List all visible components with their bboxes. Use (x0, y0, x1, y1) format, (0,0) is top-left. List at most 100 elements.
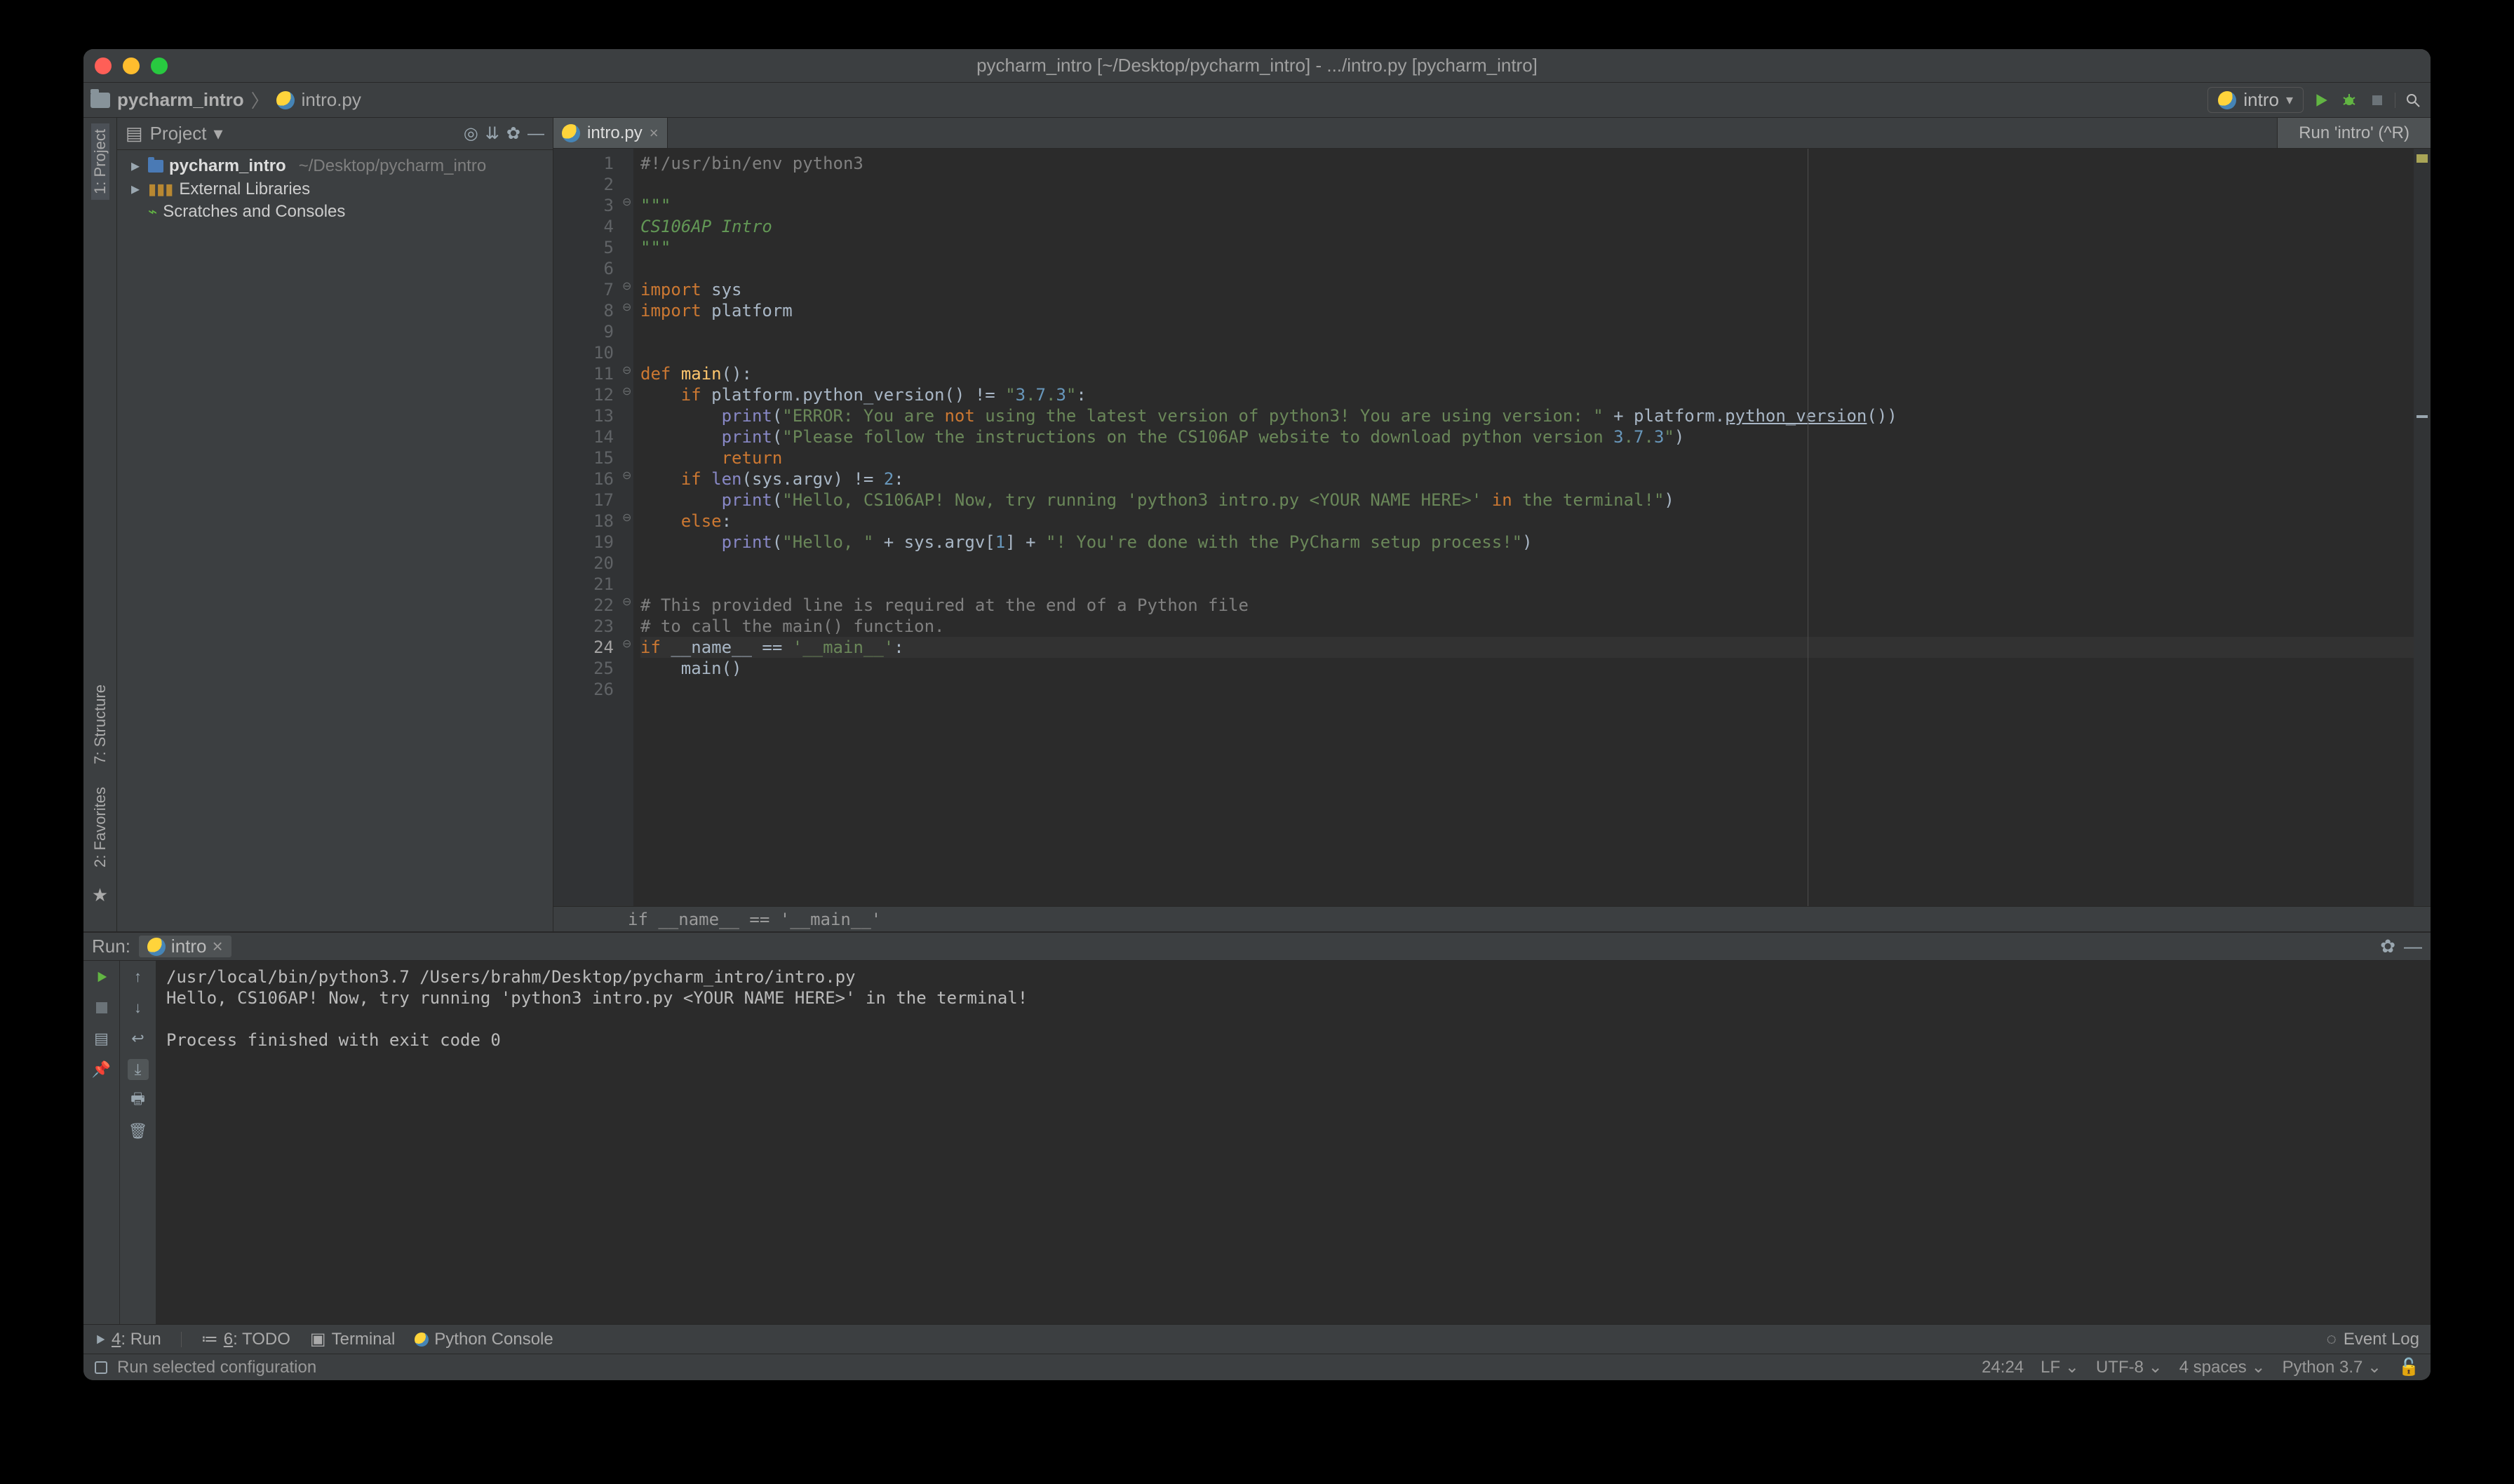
project-tree[interactable]: ▸ pycharm_intro ~/Desktop/pycharm_intro … (117, 150, 553, 227)
caret-marker[interactable] (2416, 415, 2428, 418)
run-header: Run: intro × ✿ — (83, 933, 2431, 961)
breadcrumb-project[interactable]: pycharm_intro (117, 89, 244, 111)
clear-button[interactable]: 🗑 (128, 1121, 149, 1142)
locate-icon[interactable]: ◎ (464, 123, 478, 144)
tool-tab-structure-label: 7: Structure (91, 684, 109, 764)
status-bar: Run selected configuration 24:24 LF ⌄ UT… (83, 1354, 2431, 1380)
editor-tabs: intro.py × Run 'intro' (^R) (553, 118, 2431, 149)
navigation-bar: pycharm_intro 〉 intro.py intro ▾ (83, 83, 2431, 118)
breadcrumb-sep-icon: 〉 (251, 87, 269, 113)
status-line-sep[interactable]: LF ⌄ (2041, 1357, 2079, 1377)
line-number-gutter[interactable]: 123456789101112131415161718192021222324▶… (553, 149, 621, 906)
separator (181, 1332, 182, 1347)
stop-button[interactable] (2367, 90, 2388, 111)
project-header-label: Project (150, 123, 207, 144)
todo-label: TODO (242, 1330, 290, 1349)
scratch-icon: ⌁ (148, 203, 157, 221)
status-encoding[interactable]: UTF-8 ⌄ (2096, 1357, 2163, 1377)
python-console-label: Python Console (434, 1330, 553, 1349)
tool-tab-project[interactable]: 1: Project (91, 123, 109, 200)
overview-ruler[interactable] (2414, 149, 2431, 906)
run-config-label: intro (2243, 89, 2279, 111)
chevron-down-icon: ▾ (2286, 91, 2293, 109)
gear-icon[interactable]: ✿ (2380, 936, 2395, 957)
collapse-icon[interactable]: ⇊ (485, 123, 499, 144)
tree-root[interactable]: ▸ pycharm_intro ~/Desktop/pycharm_intro (120, 154, 550, 177)
maximize-window-button[interactable] (151, 58, 168, 74)
down-button[interactable]: ↓ (128, 997, 149, 1018)
titlebar: pycharm_intro [~/Desktop/pycharm_intro] … (83, 49, 2431, 83)
close-window-button[interactable] (95, 58, 112, 74)
main-area: 1: Project 7: Structure 2: Favorites ★ ▤… (83, 118, 2431, 931)
editor-breadcrumb[interactable]: if __name__ == '__main__' (553, 906, 2431, 931)
scroll-to-end-button[interactable]: ⤓ (128, 1059, 149, 1080)
status-sdk[interactable]: Python 3.7 ⌄ (2283, 1357, 2382, 1377)
tree-external-libs[interactable]: ▸ ▮▮▮ External Libraries (120, 177, 550, 201)
tab-event-log[interactable]: Event Log (2344, 1330, 2419, 1349)
tool-tab-structure[interactable]: 7: Structure (91, 679, 109, 770)
run-config-chip-label: intro (171, 936, 207, 957)
tab-todo[interactable]: ≔ 6: TODO (201, 1329, 290, 1349)
run-hint-banner[interactable]: Run 'intro' (^R) (2277, 118, 2431, 148)
python-icon (415, 1333, 429, 1347)
tree-root-path: ~/Desktop/pycharm_intro (299, 156, 486, 176)
window-title: pycharm_intro [~/Desktop/pycharm_intro] … (976, 55, 1538, 76)
gear-icon[interactable]: ✿ (506, 123, 520, 144)
status-indent[interactable]: 4 spaces ⌄ (2179, 1357, 2266, 1377)
project-tool-window: ▤ Project ▾ ◎ ⇊ ✿ — ▸ pycharm_intro ~/De… (117, 118, 553, 931)
editor-tab-intro[interactable]: intro.py × (553, 118, 668, 148)
rerun-button[interactable] (91, 966, 112, 987)
pycharm-window: pycharm_intro [~/Desktop/pycharm_intro] … (83, 49, 2431, 1380)
up-button[interactable]: ↑ (128, 966, 149, 987)
tab-python-console[interactable]: Python Console (415, 1330, 553, 1349)
tree-external-label: External Libraries (179, 180, 310, 199)
console-output[interactable]: /usr/local/bin/python3.7 /Users/brahm/De… (156, 961, 2431, 1324)
hide-icon[interactable]: — (2404, 936, 2422, 957)
stop-button[interactable] (91, 997, 112, 1018)
close-icon[interactable]: × (650, 124, 659, 142)
print-button[interactable]: 🖶 (128, 1090, 149, 1111)
run-button[interactable] (2311, 90, 2332, 111)
chevron-down-icon[interactable]: ▾ (214, 123, 223, 144)
warning-marker[interactable] (2416, 154, 2428, 163)
folder-icon (90, 93, 110, 108)
debug-button[interactable] (2339, 90, 2360, 111)
tool-tab-favorites[interactable]: 2: Favorites (91, 781, 109, 873)
tree-root-name: pycharm_intro (169, 156, 286, 176)
pin-button[interactable]: 📌 (91, 1059, 112, 1080)
tab-terminal[interactable]: ▣ Terminal (310, 1329, 395, 1349)
expand-arrow-icon[interactable]: ▸ (128, 179, 142, 199)
todo-mnemonic: 6 (224, 1330, 233, 1349)
breadcrumb-text: if __name__ == '__main__' (628, 910, 881, 929)
run-config-selector[interactable]: intro ▾ (2207, 87, 2304, 113)
close-icon[interactable]: × (213, 936, 223, 957)
terminal-label: Terminal (332, 1330, 396, 1349)
editor-body[interactable]: 123456789101112131415161718192021222324▶… (553, 149, 2431, 906)
search-everywhere-button[interactable] (2402, 90, 2424, 111)
tree-scratches-label: Scratches and Consoles (163, 202, 345, 222)
python-icon (147, 938, 166, 956)
layout-button[interactable]: ▤ (91, 1028, 112, 1049)
traffic-lights (95, 58, 168, 74)
python-icon (2218, 91, 2236, 109)
tool-tab-favorites-label: 2: Favorites (91, 787, 109, 868)
status-caret-pos[interactable]: 24:24 (1982, 1358, 2024, 1377)
tree-scratches[interactable]: ⌁ Scratches and Consoles (120, 201, 550, 223)
python-file-icon (562, 124, 580, 142)
readonly-lock-icon[interactable]: 🔓 (2398, 1357, 2419, 1377)
run-config-chip[interactable]: intro × (139, 936, 231, 957)
minimize-window-button[interactable] (123, 58, 140, 74)
expand-arrow-icon[interactable]: ▸ (128, 156, 142, 176)
spacer (128, 202, 142, 222)
tool-windows-toggle[interactable] (95, 1361, 107, 1374)
tab-run[interactable]: 4: Run (95, 1330, 161, 1349)
hide-icon[interactable]: — (527, 124, 544, 144)
editor-area: intro.py × Run 'intro' (^R) 123456789101… (553, 118, 2431, 931)
run-header-label: Run: (92, 936, 130, 957)
code-editor[interactable]: #!/usr/bin/env python3 """CS106AP Intro"… (633, 149, 2414, 906)
soft-wrap-button[interactable]: ↩ (128, 1028, 149, 1049)
breadcrumb-file[interactable]: intro.py (302, 89, 361, 111)
fold-gutter[interactable]: ⊖⊖⊖⊖⊖⊖⊖⊖⊖ (621, 149, 633, 906)
project-tool-header: ▤ Project ▾ ◎ ⇊ ✿ — (117, 118, 553, 150)
project-header-icon: ▤ (126, 123, 143, 144)
